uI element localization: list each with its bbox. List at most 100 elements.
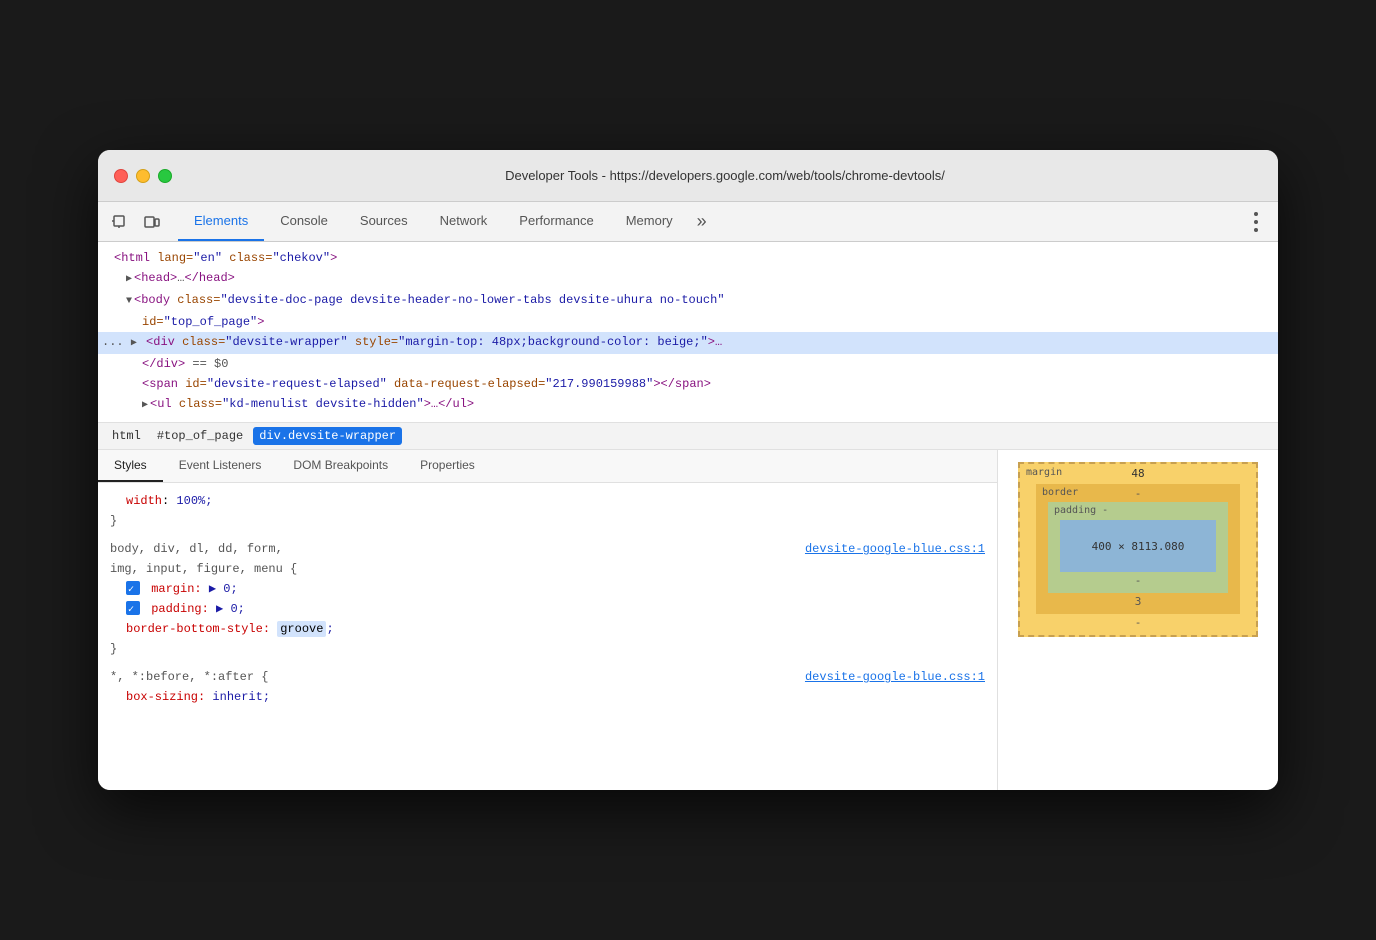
dom-attr-name: class= bbox=[222, 251, 272, 265]
dom-tag: > bbox=[257, 315, 264, 329]
css-selector: img, input, figure, menu { bbox=[110, 562, 297, 576]
css-link[interactable]: devsite-google-blue.css:1 bbox=[805, 539, 985, 559]
dom-tag: >…</ul> bbox=[424, 397, 474, 411]
css-value: ▶ 0; bbox=[209, 582, 238, 596]
devtools-window: Developer Tools - https://developers.goo… bbox=[98, 150, 1278, 790]
panel-tabs: Elements Console Sources Network Perform… bbox=[178, 202, 1242, 241]
css-link-2[interactable]: devsite-google-blue.css:1 bbox=[805, 667, 985, 687]
tab-elements[interactable]: Elements bbox=[178, 202, 264, 241]
dom-attr-value: "devsite-request-elapsed" bbox=[207, 377, 387, 391]
inspect-element-icon[interactable] bbox=[106, 208, 134, 236]
breadcrumb-html[interactable]: html bbox=[106, 427, 147, 445]
dom-tag: >… bbox=[708, 335, 722, 349]
maximize-button[interactable] bbox=[158, 169, 172, 183]
box-model-diagram: margin 48 border - padding - 400 bbox=[1018, 462, 1258, 637]
css-value-highlight: groove bbox=[277, 621, 326, 637]
css-prop: margin: bbox=[151, 582, 201, 596]
main-content: <html lang="en" class="chekov"> ▶<head>…… bbox=[98, 242, 1278, 790]
padding-bottom-value: - bbox=[1060, 572, 1216, 589]
dom-text: == $0 bbox=[185, 357, 228, 371]
checkbox-margin[interactable] bbox=[126, 581, 140, 595]
css-line-border-bottom: border-bottom-style: groove; bbox=[110, 619, 985, 639]
tab-performance[interactable]: Performance bbox=[503, 202, 609, 241]
dom-attr-value: "kd-menulist devsite-hidden" bbox=[222, 397, 424, 411]
close-button[interactable] bbox=[114, 169, 128, 183]
tab-styles[interactable]: Styles bbox=[98, 450, 163, 482]
css-selector: body, div, dl, dd, form, bbox=[110, 542, 297, 556]
dom-line[interactable]: </div> == $0 bbox=[98, 354, 1278, 374]
border-bottom-value: 3 bbox=[1048, 593, 1228, 610]
css-selector-line: *, *:before, *:after { devsite-google-bl… bbox=[110, 667, 985, 687]
dom-tag: <div bbox=[146, 335, 182, 349]
css-block-3: *, *:before, *:after { devsite-google-bl… bbox=[110, 667, 985, 707]
margin-top-value: 48 bbox=[1131, 467, 1144, 480]
titlebar: Developer Tools - https://developers.goo… bbox=[98, 150, 1278, 202]
dom-attr-name: lang= bbox=[157, 251, 193, 265]
tab-console[interactable]: Console bbox=[264, 202, 344, 241]
dom-tag: </head> bbox=[184, 271, 234, 285]
tab-properties[interactable]: Properties bbox=[404, 450, 491, 482]
css-block-1: width: 100%; } bbox=[110, 491, 985, 531]
menu-dot bbox=[1254, 220, 1258, 224]
dom-attr-value: "devsite-wrapper" bbox=[225, 335, 347, 349]
dom-attr-name: class= bbox=[179, 397, 222, 411]
dom-attr-value: "chekov" bbox=[272, 251, 330, 265]
dom-arrow: ▶ bbox=[126, 274, 132, 285]
menu-dot bbox=[1254, 212, 1258, 216]
css-line-padding: padding: ▶ 0; bbox=[110, 599, 985, 619]
dom-arrow: ▶ bbox=[142, 400, 148, 411]
tab-sources[interactable]: Sources bbox=[344, 202, 424, 241]
minimize-button[interactable] bbox=[136, 169, 150, 183]
dom-tag: ></span> bbox=[653, 377, 711, 391]
dom-tag: <body bbox=[134, 293, 177, 307]
breadcrumb-devsite-wrapper[interactable]: div.devsite-wrapper bbox=[253, 427, 402, 445]
dom-attr-name: class= bbox=[182, 335, 225, 349]
css-line: width: 100%; bbox=[110, 491, 985, 511]
dom-line[interactable]: ▶<ul class="kd-menulist devsite-hidden">… bbox=[98, 394, 1278, 416]
css-prop: box-sizing: bbox=[126, 690, 205, 704]
dom-attr-value: "en" bbox=[193, 251, 222, 265]
dom-line[interactable]: ▼<body class="devsite-doc-page devsite-h… bbox=[98, 290, 1278, 312]
device-toolbar-icon[interactable] bbox=[138, 208, 166, 236]
dom-line[interactable]: ▶<head>…</head> bbox=[98, 268, 1278, 290]
window-title: Developer Tools - https://developers.goo… bbox=[188, 168, 1262, 183]
dom-tag: <html bbox=[114, 251, 157, 265]
tab-dom-breakpoints[interactable]: DOM Breakpoints bbox=[277, 450, 404, 482]
dom-line[interactable]: id="top_of_page"> bbox=[98, 312, 1278, 332]
dom-dots: ... bbox=[102, 335, 131, 349]
dom-tag: > bbox=[330, 251, 337, 265]
tab-event-listeners[interactable]: Event Listeners bbox=[163, 450, 278, 482]
tab-memory[interactable]: Memory bbox=[610, 202, 689, 241]
margin-box: margin 48 border - padding - 400 bbox=[1018, 462, 1258, 637]
dom-attr-name: style= bbox=[348, 335, 398, 349]
dom-attr-name: data-request-elapsed= bbox=[387, 377, 545, 391]
breadcrumb-top-of-page[interactable]: #top_of_page bbox=[151, 427, 249, 445]
checkbox-padding[interactable] bbox=[126, 601, 140, 615]
margin-bottom-value: - bbox=[1036, 614, 1240, 631]
breadcrumb-bar: html #top_of_page div.devsite-wrapper bbox=[98, 423, 1278, 450]
styles-panel: Styles Event Listeners DOM Breakpoints P… bbox=[98, 450, 998, 790]
css-selector: *, *:before, *:after { bbox=[110, 670, 297, 684]
css-semicolon: ; bbox=[326, 622, 333, 636]
dom-line[interactable]: <html lang="en" class="chekov"> bbox=[98, 248, 1278, 268]
margin-label: margin bbox=[1026, 467, 1062, 478]
devtools-menu-button[interactable] bbox=[1242, 208, 1270, 236]
dom-attr-value: "217.990159988" bbox=[545, 377, 653, 391]
dom-line-selected[interactable]: ... ▶ <div class="devsite-wrapper" style… bbox=[98, 332, 1278, 354]
tab-network[interactable]: Network bbox=[424, 202, 504, 241]
border-value: - bbox=[1135, 487, 1142, 500]
traffic-lights bbox=[114, 169, 172, 183]
dom-tag: <span bbox=[142, 377, 185, 391]
devtools-toolbar: Elements Console Sources Network Perform… bbox=[98, 202, 1278, 242]
dom-attr-name: id= bbox=[142, 315, 164, 329]
dom-line[interactable]: <span id="devsite-request-elapsed" data-… bbox=[98, 374, 1278, 394]
css-colon: : bbox=[162, 494, 176, 508]
css-selector-line: img, input, figure, menu { bbox=[110, 559, 985, 579]
dom-panel: <html lang="en" class="chekov"> ▶<head>…… bbox=[98, 242, 1278, 423]
more-tabs-button[interactable]: » bbox=[689, 211, 715, 232]
styles-tabs: Styles Event Listeners DOM Breakpoints P… bbox=[98, 450, 997, 483]
css-value: ▶ 0; bbox=[216, 602, 245, 616]
styles-content: width: 100%; } body, div, dl, dd, form, … bbox=[98, 483, 997, 790]
toolbar-icon-group bbox=[106, 208, 166, 236]
css-line: } bbox=[110, 511, 985, 531]
